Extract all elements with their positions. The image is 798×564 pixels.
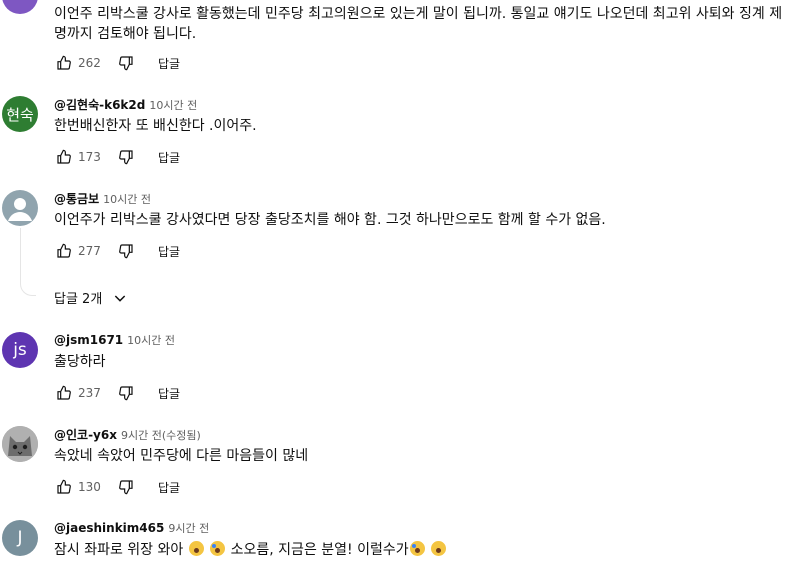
avatar[interactable] [2, 190, 38, 226]
author-name[interactable]: @김현숙-k6k2d [54, 98, 145, 112]
author-name[interactable]: @jaeshinkim465 [54, 521, 164, 535]
thumbs-up-icon [57, 479, 71, 494]
avatar-initials: 현숙 [6, 105, 34, 124]
author-name[interactable]: @통금보 [54, 192, 99, 206]
comment-header: @통금보 10시간 전 [54, 190, 151, 207]
avatar[interactable]: js [2, 332, 38, 368]
comment-actions: 237 답글 [54, 382, 180, 404]
astonished-face-emoji-icon [431, 541, 447, 556]
astonished-face-emoji-icon [188, 541, 204, 556]
like-button[interactable] [54, 147, 74, 167]
like-button[interactable] [54, 53, 74, 73]
comment-text: 출당하라 [54, 354, 106, 370]
comment-text: 잠시 좌파로 위장 와아 소오름, 지금은 분열! 이럴수가 [54, 540, 794, 560]
crying-face-emoji-icon [210, 541, 226, 556]
comment-actions: 130 답글 [54, 476, 180, 498]
avatar[interactable] [2, 0, 38, 14]
thumbs-down-icon [119, 150, 133, 165]
crying-face-emoji-icon [409, 541, 425, 556]
like-count: 277 [78, 244, 101, 258]
dislike-button[interactable] [116, 383, 136, 403]
comment-header: @jaeshinkim465 9시간 전 [54, 520, 209, 536]
thumbs-up-icon [57, 243, 71, 258]
comment-header: @jsm1671 10시간 전 [54, 332, 175, 348]
timestamp[interactable]: 10시간 전 [103, 193, 151, 206]
comment-text: 이언주 리박스쿨 강사로 활동했는데 민주당 최고의원으로 있는게 말이 됩니까… [54, 6, 783, 42]
thumbs-up-icon [57, 385, 71, 400]
thumbs-down-icon [119, 56, 133, 71]
comment-text-part: 잠시 좌파로 위장 와아 [54, 542, 184, 558]
default-avatar-icon [8, 198, 32, 221]
like-count: 237 [78, 386, 101, 400]
replies-count-label: 답글 2개 [54, 292, 103, 307]
comment-actions: 173 답글 [54, 146, 180, 168]
like-button[interactable] [54, 477, 74, 497]
avatar[interactable]: J [2, 520, 38, 556]
dislike-button[interactable] [116, 53, 136, 73]
comment-header: @김현숙-k6k2d 10시간 전 [54, 96, 197, 113]
comment-actions: 262 답글 [54, 52, 180, 74]
reply-button[interactable]: 답글 [158, 479, 180, 496]
like-button[interactable] [54, 241, 74, 261]
timestamp[interactable]: 9시간 전(수정됨) [121, 429, 201, 442]
avatar-initials: js [13, 340, 27, 360]
view-replies-button[interactable]: 답글 2개 [54, 288, 128, 307]
thumbs-up-icon [57, 149, 71, 164]
avatar-initials: J [17, 528, 23, 548]
reply-button[interactable]: 답글 [158, 149, 180, 166]
timestamp[interactable]: 9시간 전 [168, 522, 209, 535]
timestamp[interactable]: 10시간 전 [127, 334, 175, 347]
comment-text: 이언주가 리박스쿨 강사였다면 당장 출당조치를 해야 함. 그것 하나만으로도… [54, 212, 606, 228]
author-name[interactable]: @jsm1671 [54, 333, 123, 347]
dislike-button[interactable] [116, 147, 136, 167]
like-count: 173 [78, 150, 101, 164]
reply-button[interactable]: 답글 [158, 385, 180, 402]
like-button[interactable] [54, 383, 74, 403]
like-count: 262 [78, 56, 101, 70]
like-count: 130 [78, 480, 101, 494]
thread-connector [20, 228, 36, 296]
author-name[interactable]: @인코-y6x [54, 428, 117, 442]
cat-photo-icon [2, 426, 38, 462]
comment-text: 속았네 속았어 민주당에 다른 마음들이 많네 [54, 448, 309, 464]
timestamp[interactable]: 10시간 전 [149, 99, 197, 112]
dislike-button[interactable] [116, 241, 136, 261]
thumbs-down-icon [119, 386, 133, 401]
avatar[interactable] [2, 426, 38, 462]
comment-actions: 277 답글 [54, 240, 180, 262]
thumbs-up-icon [57, 55, 71, 70]
comment-text: 한번배신한자 또 배신한다 .이어주. [54, 118, 257, 134]
avatar[interactable]: 현숙 [2, 96, 38, 132]
thumbs-down-icon [119, 244, 133, 259]
comment-header: @인코-y6x 9시간 전(수정됨) [54, 426, 201, 443]
chevron-down-icon [112, 290, 128, 306]
thumbs-down-icon [119, 480, 133, 495]
reply-button[interactable]: 답글 [158, 243, 180, 260]
reply-button[interactable]: 답글 [158, 55, 180, 72]
dislike-button[interactable] [116, 477, 136, 497]
comment-text-part: 소오름, 지금은 분열! 이럴수가 [230, 542, 409, 558]
